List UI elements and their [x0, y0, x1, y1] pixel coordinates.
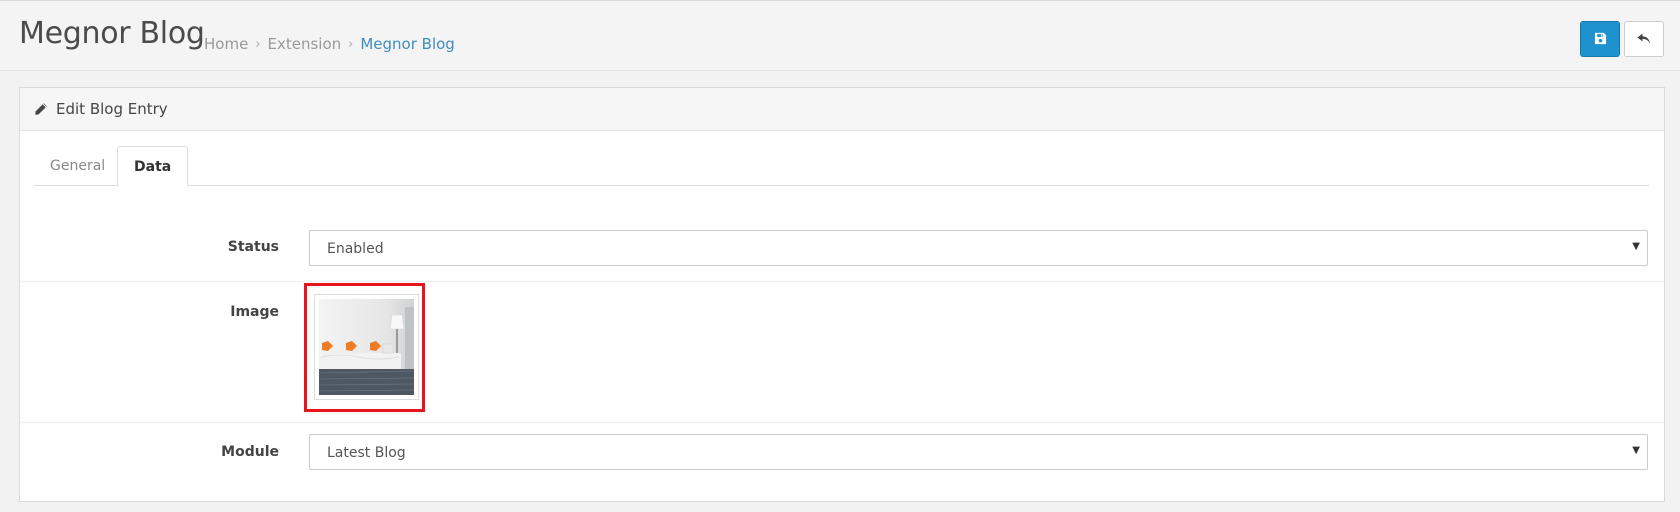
module-row: Module Latest Blog ▼ [20, 424, 1664, 484]
breadcrumb-home[interactable]: Home [204, 35, 248, 53]
panel-title: Edit Blog Entry [56, 100, 168, 118]
breadcrumb-extension[interactable]: Extension [268, 35, 342, 53]
back-button[interactable] [1624, 21, 1664, 57]
caret-down-icon: ▼ [1632, 241, 1640, 252]
module-value: Latest Blog [327, 445, 406, 461]
reply-icon [1637, 30, 1651, 49]
breadcrumb: Home › Extension › Megnor Blog [204, 35, 455, 53]
panel-heading: Edit Blog Entry [20, 88, 1664, 131]
save-icon [1594, 30, 1607, 49]
tab-bar: General Data [34, 146, 1649, 187]
blog-image [319, 299, 414, 395]
image-row: Image [20, 283, 1664, 423]
breadcrumb-separator: › [255, 36, 261, 52]
edit-blog-panel: Edit Blog Entry General Data Status Enab… [19, 87, 1665, 502]
breadcrumb-megnor-blog[interactable]: Megnor Blog [360, 35, 454, 53]
page-title: Megnor Blog [19, 16, 205, 51]
pencil-icon [34, 101, 50, 117]
image-thumbnail[interactable] [314, 294, 419, 400]
module-label: Module [221, 444, 279, 460]
page-header: Megnor Blog Home › Extension › Megnor Bl… [0, 1, 1680, 71]
caret-down-icon: ▼ [1632, 445, 1640, 456]
save-button[interactable] [1580, 21, 1620, 57]
status-label: Status [227, 239, 279, 255]
module-select[interactable]: Latest Blog ▼ [309, 434, 1648, 470]
breadcrumb-separator: › [348, 36, 354, 52]
status-value: Enabled [327, 241, 384, 257]
status-select[interactable]: Enabled ▼ [309, 230, 1648, 266]
status-row: Status Enabled ▼ [20, 222, 1664, 282]
image-highlight [304, 283, 425, 412]
tab-general[interactable]: General [34, 146, 121, 187]
image-label: Image [230, 304, 279, 320]
tab-data[interactable]: Data [117, 146, 189, 187]
